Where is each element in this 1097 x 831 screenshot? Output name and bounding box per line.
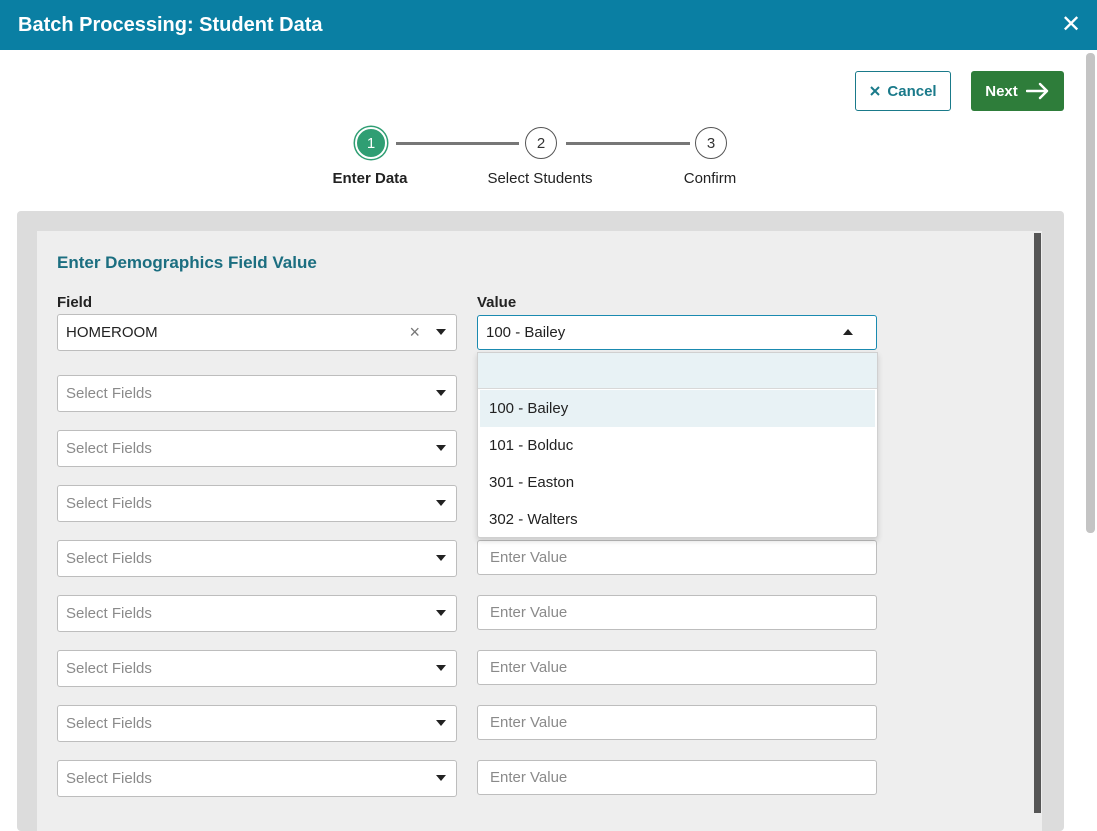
field-select-placeholder: Select Fields — [66, 660, 152, 677]
field-select-placeholder: Select Fields — [66, 770, 152, 787]
chevron-down-icon — [436, 390, 446, 396]
field-select-placeholder: Select Fields — [66, 715, 152, 732]
field-select[interactable]: Select Fields — [57, 650, 457, 687]
chevron-up-icon — [843, 329, 853, 335]
chevron-down-icon — [436, 500, 446, 506]
value-select-value: 100 - Bailey — [486, 324, 566, 341]
value-select[interactable]: 100 - Bailey — [477, 315, 877, 350]
arrow-right-icon — [1025, 82, 1048, 100]
field-select[interactable]: Select Fields — [57, 485, 457, 522]
value-input[interactable]: Enter Value — [477, 760, 877, 795]
dropdown-option[interactable]: 301 - Easton — [478, 464, 877, 501]
dropdown-option[interactable]: 101 - Bolduc — [478, 427, 877, 464]
field-select-placeholder: Select Fields — [66, 550, 152, 567]
field-select-value: HOMEROOM — [66, 324, 158, 341]
field-select[interactable]: Select Fields — [57, 760, 457, 797]
value-input-placeholder: Enter Value — [490, 769, 568, 786]
next-button[interactable]: Next — [971, 71, 1064, 111]
dialog-titlebar: Batch Processing: Student Data ✕ — [0, 0, 1097, 50]
value-input-placeholder: Enter Value — [490, 604, 568, 621]
close-icon[interactable]: ✕ — [1061, 13, 1081, 37]
value-input[interactable]: Enter Value — [477, 650, 877, 685]
field-select[interactable]: HOMEROOM × — [57, 314, 457, 351]
chevron-down-icon — [436, 445, 446, 451]
field-select-placeholder: Select Fields — [66, 495, 152, 512]
step-2-indicator: 2 — [525, 127, 557, 159]
field-select[interactable]: Select Fields — [57, 595, 457, 632]
field-select[interactable]: Select Fields — [57, 705, 457, 742]
dropdown-option[interactable]: 100 - Bailey — [480, 390, 875, 427]
cancel-button-label: Cancel — [887, 82, 937, 100]
chevron-down-icon — [436, 555, 446, 561]
dropdown-search-row[interactable] — [478, 353, 877, 389]
step-connector — [566, 142, 690, 145]
value-input-placeholder: Enter Value — [490, 659, 568, 676]
form-scrollbar[interactable] — [1034, 233, 1041, 813]
value-input[interactable]: Enter Value — [477, 705, 877, 740]
value-dropdown-menu: 100 - Bailey 101 - Bolduc 301 - Easton 3… — [477, 352, 878, 538]
dropdown-option[interactable]: 302 - Walters — [478, 501, 877, 538]
field-select-placeholder: Select Fields — [66, 605, 152, 622]
next-button-label: Next — [985, 82, 1018, 100]
field-column-label: Field — [57, 294, 93, 311]
value-input[interactable]: Enter Value — [477, 540, 877, 575]
close-icon — [870, 86, 881, 96]
page-scrollbar[interactable] — [1086, 53, 1095, 533]
field-select-placeholder: Select Fields — [66, 385, 152, 402]
value-input[interactable]: Enter Value — [477, 595, 877, 630]
step-3-label: Confirm — [683, 170, 737, 187]
step-3-indicator: 3 — [695, 127, 727, 159]
dialog-title: Batch Processing: Student Data — [18, 13, 323, 36]
chevron-down-icon — [436, 775, 446, 781]
chevron-down-icon — [436, 720, 446, 726]
section-title: Enter Demographics Field Value — [57, 253, 317, 272]
value-column-label: Value — [477, 294, 517, 311]
step-2-label: Select Students — [487, 170, 593, 187]
cancel-button[interactable]: Cancel — [855, 71, 951, 111]
value-input-placeholder: Enter Value — [490, 549, 568, 566]
field-select[interactable]: Select Fields — [57, 430, 457, 467]
field-select[interactable]: Select Fields — [57, 540, 457, 577]
step-1-indicator: 1 — [355, 127, 387, 159]
value-input-placeholder: Enter Value — [490, 714, 568, 731]
clear-icon[interactable]: × — [409, 323, 420, 341]
field-select-placeholder: Select Fields — [66, 440, 152, 457]
chevron-down-icon — [436, 665, 446, 671]
chevron-down-icon — [436, 329, 446, 335]
step-1-label: Enter Data — [332, 170, 408, 187]
chevron-down-icon — [436, 610, 446, 616]
field-select[interactable]: Select Fields — [57, 375, 457, 412]
step-connector — [396, 142, 519, 145]
